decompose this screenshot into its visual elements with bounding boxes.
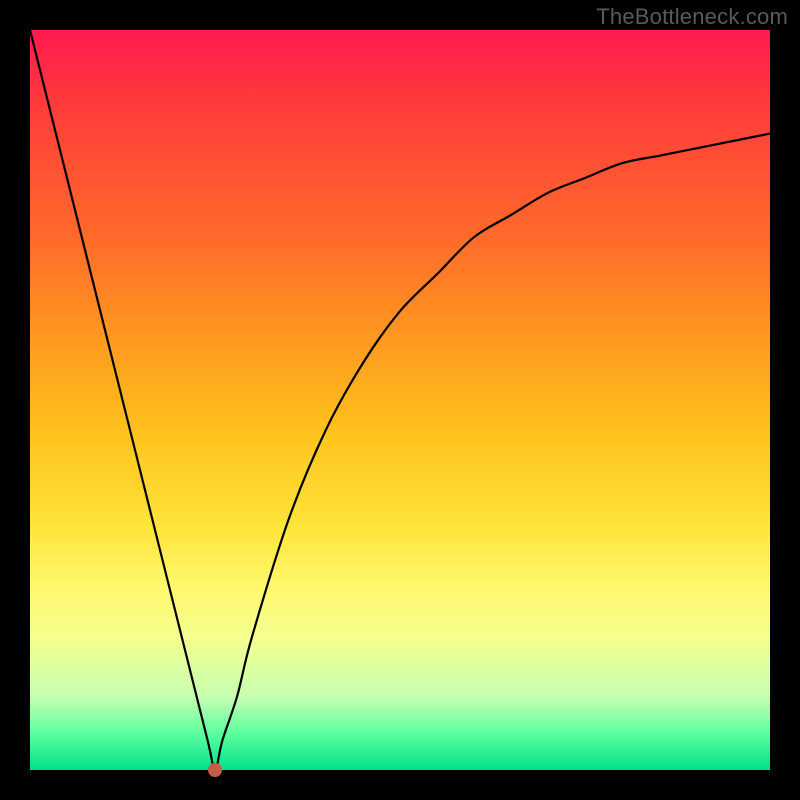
watermark-text: TheBottleneck.com [596,4,788,30]
plot-area [30,30,770,770]
chart-frame: TheBottleneck.com [0,0,800,800]
bottleneck-curve [30,30,770,770]
optimum-marker [208,763,222,777]
